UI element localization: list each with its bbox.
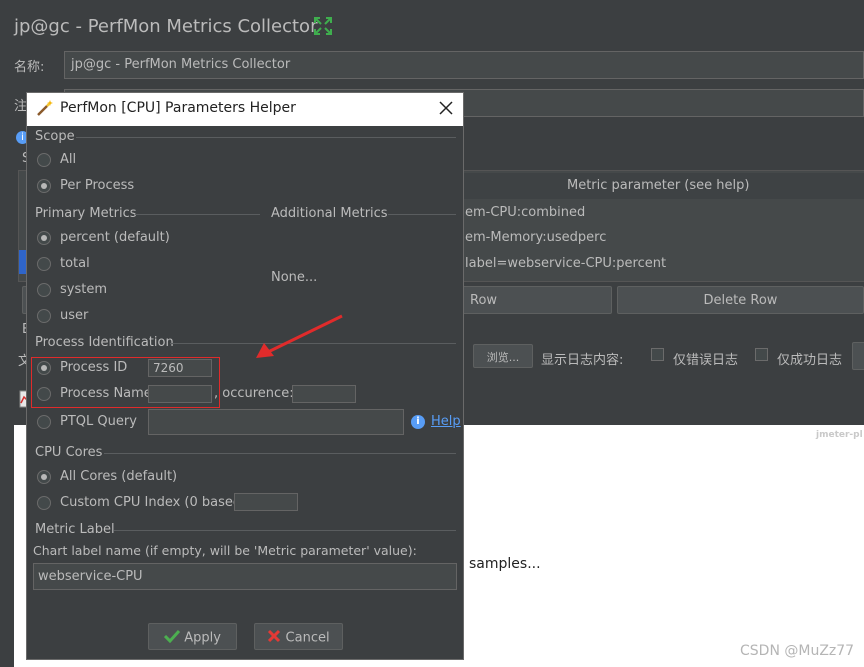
errors-only-checkbox[interactable] bbox=[651, 348, 664, 361]
add-row-label: Row bbox=[470, 293, 498, 308]
cores-separator bbox=[104, 453, 456, 454]
main-title: jp@gc - PerfMon Metrics Collector bbox=[14, 16, 318, 37]
info-icon: i bbox=[411, 415, 425, 429]
name-field[interactable]: jp@gc - PerfMon Metrics Collector bbox=[64, 51, 864, 79]
name-label: 名称: bbox=[14, 60, 45, 75]
additional-metrics-title: Additional Metrics bbox=[271, 206, 388, 221]
primary-separator bbox=[135, 214, 260, 215]
primary-metrics-title: Primary Metrics bbox=[35, 206, 137, 221]
table-row[interactable]: em-Memory:usedperc bbox=[465, 230, 606, 245]
scope-per-process-radio[interactable] bbox=[37, 179, 51, 193]
scope-separator bbox=[76, 137, 456, 138]
apply-button[interactable]: Apply bbox=[148, 623, 237, 650]
scope-all-radio[interactable] bbox=[37, 153, 51, 167]
cancel-button[interactable]: Cancel bbox=[254, 623, 343, 650]
primary-total-radio[interactable] bbox=[37, 257, 51, 271]
additional-none-label: None... bbox=[271, 270, 318, 285]
browse-button[interactable]: 浏览... bbox=[473, 344, 533, 368]
expand-icon[interactable] bbox=[313, 16, 333, 36]
scope-all-label: All bbox=[60, 152, 77, 167]
primary-user-radio[interactable] bbox=[37, 309, 51, 323]
browse-label: 浏览... bbox=[486, 351, 520, 364]
all-cores-radio[interactable] bbox=[37, 470, 51, 484]
show-log-label: 显示日志内容: bbox=[541, 353, 624, 368]
ptql-query-label: PTQL Query bbox=[60, 414, 137, 429]
cpu-cores-title: CPU Cores bbox=[35, 445, 103, 460]
primary-user-label: user bbox=[60, 308, 89, 323]
dialog-title: PerfMon [CPU] Parameters Helper bbox=[60, 100, 296, 116]
custom-cpu-index-field[interactable] bbox=[234, 493, 298, 511]
occurence-field[interactable] bbox=[292, 385, 356, 403]
cross-icon bbox=[267, 629, 281, 647]
scope-title: Scope bbox=[35, 129, 75, 144]
primary-system-radio[interactable] bbox=[37, 283, 51, 297]
primary-percent-label: percent (default) bbox=[60, 230, 170, 245]
close-icon[interactable] bbox=[438, 100, 454, 116]
success-only-checkbox[interactable] bbox=[755, 348, 768, 361]
metric-label-title: Metric Label bbox=[35, 522, 115, 537]
chart-label-hint: Chart label name (if empty, will be 'Met… bbox=[33, 543, 417, 558]
waiting-samples-text: samples... bbox=[469, 556, 541, 572]
additional-separator bbox=[388, 214, 456, 215]
apply-label: Apply bbox=[184, 630, 221, 646]
errors-only-label: 仅错误日志 bbox=[673, 353, 739, 368]
delete-row-button[interactable]: Delete Row bbox=[617, 286, 864, 314]
ptql-query-field[interactable] bbox=[148, 409, 404, 435]
table-row[interactable]: label=webservice-CPU:percent bbox=[465, 256, 666, 271]
magic-wand-icon bbox=[36, 99, 54, 117]
scope-per-process-label: Per Process bbox=[60, 178, 135, 193]
cancel-label: Cancel bbox=[285, 630, 330, 646]
csdn-watermark: CSDN @MuZz77 bbox=[740, 643, 855, 659]
highlight-box bbox=[31, 357, 220, 408]
delete-row-label: Delete Row bbox=[703, 293, 778, 308]
checkmark-icon bbox=[164, 629, 181, 647]
metric-parameter-header: Metric parameter (see help) bbox=[567, 178, 750, 193]
chart-watermark: jmeter-pl bbox=[816, 430, 863, 440]
primary-system-label: system bbox=[60, 282, 107, 297]
ptql-query-radio[interactable] bbox=[37, 415, 51, 429]
process-identification-title: Process Identification bbox=[35, 335, 174, 350]
metric-label-separator bbox=[114, 530, 456, 531]
annotation-arrow bbox=[250, 312, 345, 362]
all-cores-label: All Cores (default) bbox=[60, 469, 178, 484]
config-button-partial[interactable] bbox=[852, 342, 864, 370]
custom-cpu-index-radio[interactable] bbox=[37, 496, 51, 510]
help-link[interactable]: Help bbox=[431, 414, 461, 429]
custom-cpu-index-label: Custom CPU Index (0 based) bbox=[60, 495, 247, 510]
success-only-label: 仅成功日志 bbox=[777, 353, 843, 368]
table-row[interactable]: em-CPU:combined bbox=[465, 205, 585, 220]
chart-label-field[interactable]: webservice-CPU bbox=[33, 563, 457, 590]
primary-total-label: total bbox=[60, 256, 90, 271]
occurence-label: , occurence: bbox=[214, 386, 294, 401]
primary-percent-radio[interactable] bbox=[37, 231, 51, 245]
